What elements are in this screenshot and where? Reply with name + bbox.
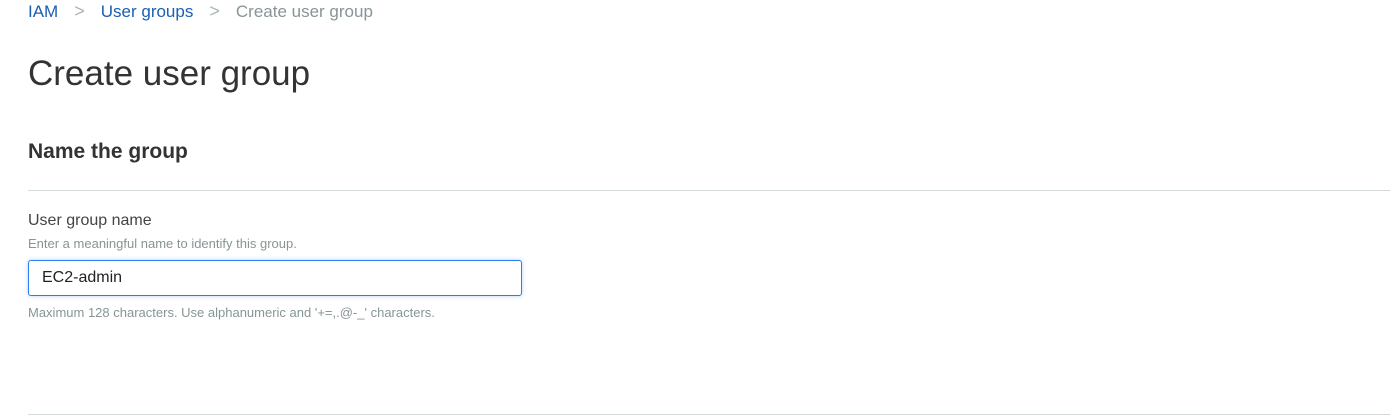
breadcrumb-user-groups-link[interactable]: User groups [101, 2, 194, 22]
chevron-right-icon: > [209, 1, 220, 21]
chevron-right-icon: > [74, 1, 85, 21]
breadcrumb-iam-link[interactable]: IAM [28, 2, 58, 22]
breadcrumb-current: Create user group [235, 1, 373, 21]
field-constraint: Maximum 128 characters. Use alphanumeric… [28, 305, 435, 320]
field-label: User group name [28, 212, 152, 229]
section-title: Name the group [28, 140, 188, 163]
breadcrumb: IAM > User groups > Create user group [28, 1, 373, 22]
user-group-name-input[interactable] [28, 260, 522, 296]
page-title: Create user group [28, 54, 311, 93]
section-divider [28, 190, 1390, 191]
field-description: Enter a meaningful name to identify this… [28, 236, 297, 251]
section-bottom-divider [28, 414, 1390, 415]
